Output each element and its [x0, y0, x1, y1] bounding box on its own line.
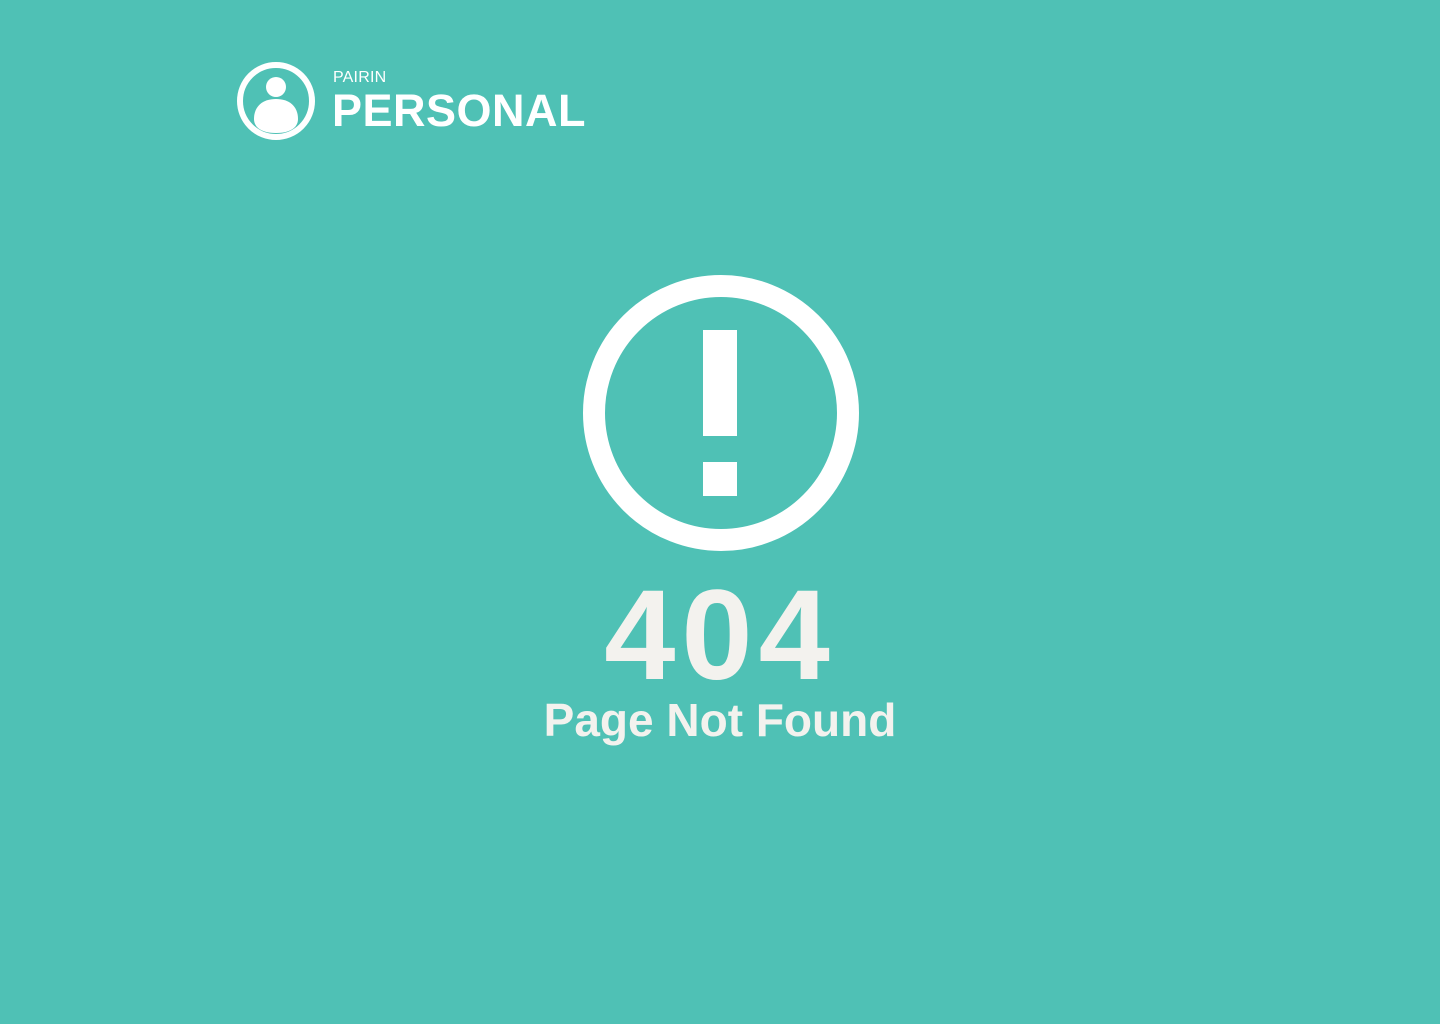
brand-title: PERSONAL [332, 84, 587, 136]
exclamation-circle-icon [583, 275, 859, 551]
error-message: Page Not Found [543, 694, 897, 746]
brand-subtitle: PAIRIN [333, 68, 387, 86]
brand-text: PAIRIN PERSONAL [332, 68, 587, 136]
user-circle-icon [237, 62, 315, 140]
error-code: 404 [604, 564, 836, 707]
brand-logo[interactable]: PAIRIN PERSONAL [236, 60, 586, 142]
